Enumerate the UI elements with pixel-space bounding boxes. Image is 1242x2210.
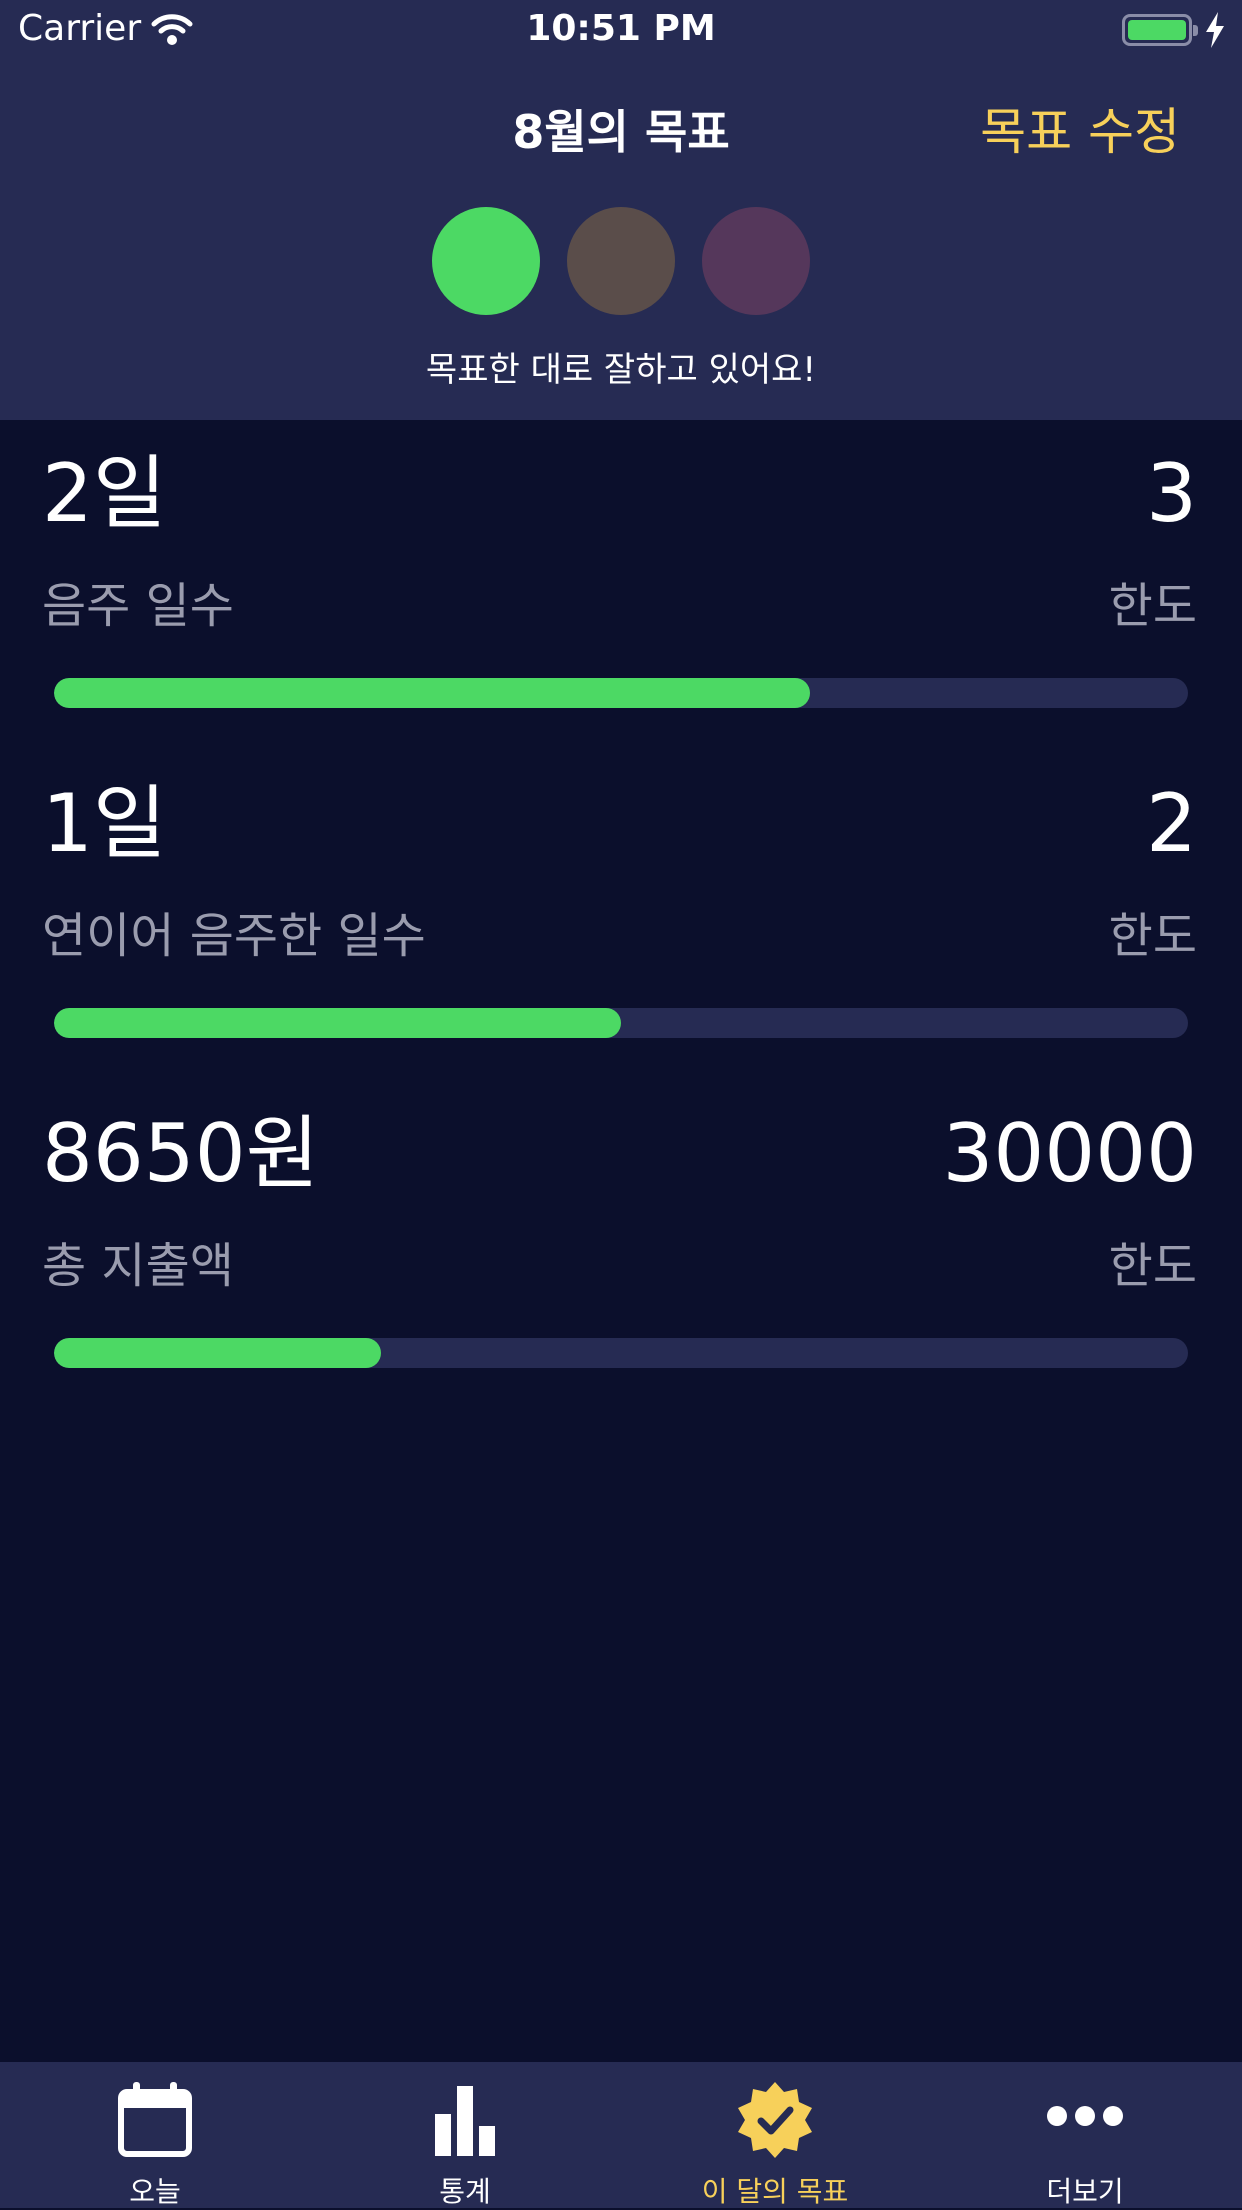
tab-label: 통계 bbox=[439, 2175, 491, 2208]
progress-fill bbox=[54, 1008, 621, 1038]
goal-limit-label: 한도 bbox=[1108, 908, 1197, 964]
goal-limit: 3 bbox=[1146, 447, 1197, 540]
tab-more[interactable]: 더보기 bbox=[930, 2062, 1240, 2208]
tab-monthly-goal[interactable]: 이 달의 목표 bbox=[620, 2062, 930, 2208]
calendar-icon bbox=[118, 2082, 192, 2157]
goal-value: 1일 bbox=[42, 777, 167, 870]
goal-value: 8650원 bbox=[42, 1107, 320, 1200]
tab-label: 더보기 bbox=[1046, 2175, 1124, 2208]
goal-value: 2일 bbox=[42, 447, 167, 540]
check-badge-icon bbox=[738, 2082, 812, 2158]
bar-chart-icon bbox=[435, 2086, 495, 2156]
edit-goal-button[interactable]: 목표 수정 bbox=[980, 92, 1180, 164]
goal-label: 음주 일수 bbox=[42, 578, 234, 634]
goal-limit-label: 한도 bbox=[1108, 1238, 1197, 1294]
tab-bar: 오늘 통계 이 달의 목표 더보기 bbox=[0, 2062, 1242, 2208]
indicator-dot bbox=[567, 207, 675, 315]
status-bar: Carrier 10:51 PM bbox=[0, 0, 1242, 62]
status-message: 목표한 대로 잘하고 있어요! bbox=[425, 350, 817, 390]
tab-today[interactable]: 오늘 bbox=[0, 2062, 310, 2208]
goal-label: 총 지출액 bbox=[42, 1238, 234, 1294]
progress-fill bbox=[54, 678, 811, 708]
charging-icon bbox=[1206, 12, 1224, 48]
goal-limit: 30000 bbox=[942, 1107, 1198, 1200]
progress-bar bbox=[54, 678, 1188, 708]
progress-bar bbox=[54, 1008, 1188, 1038]
clock: 10:51 PM bbox=[526, 8, 716, 49]
goal-header: 8월의 목표 목표 수정 목표한 대로 잘하고 있어요! bbox=[0, 62, 1242, 420]
battery-icon bbox=[1122, 14, 1198, 46]
goal-limit-label: 한도 bbox=[1108, 578, 1197, 634]
goal-total-spending: 8650원 30000 총 지출액 한도 bbox=[0, 1080, 1242, 1410]
tab-statistics[interactable]: 통계 bbox=[310, 2062, 620, 2208]
progress-bar bbox=[54, 1338, 1188, 1368]
tab-label: 오늘 bbox=[129, 2175, 181, 2208]
tab-label: 이 달의 목표 bbox=[701, 2175, 849, 2208]
goal-consecutive-days: 1일 2 연이어 음주한 일수 한도 bbox=[0, 750, 1242, 1080]
status-indicator bbox=[0, 207, 1242, 317]
goal-label: 연이어 음주한 일수 bbox=[42, 908, 426, 964]
goal-drinking-days: 2일 3 음주 일수 한도 bbox=[0, 420, 1242, 750]
goal-limit: 2 bbox=[1146, 777, 1197, 870]
progress-fill bbox=[54, 1338, 381, 1368]
indicator-dot bbox=[432, 207, 540, 315]
indicator-dot bbox=[702, 207, 810, 315]
more-icon bbox=[1047, 2106, 1123, 2126]
